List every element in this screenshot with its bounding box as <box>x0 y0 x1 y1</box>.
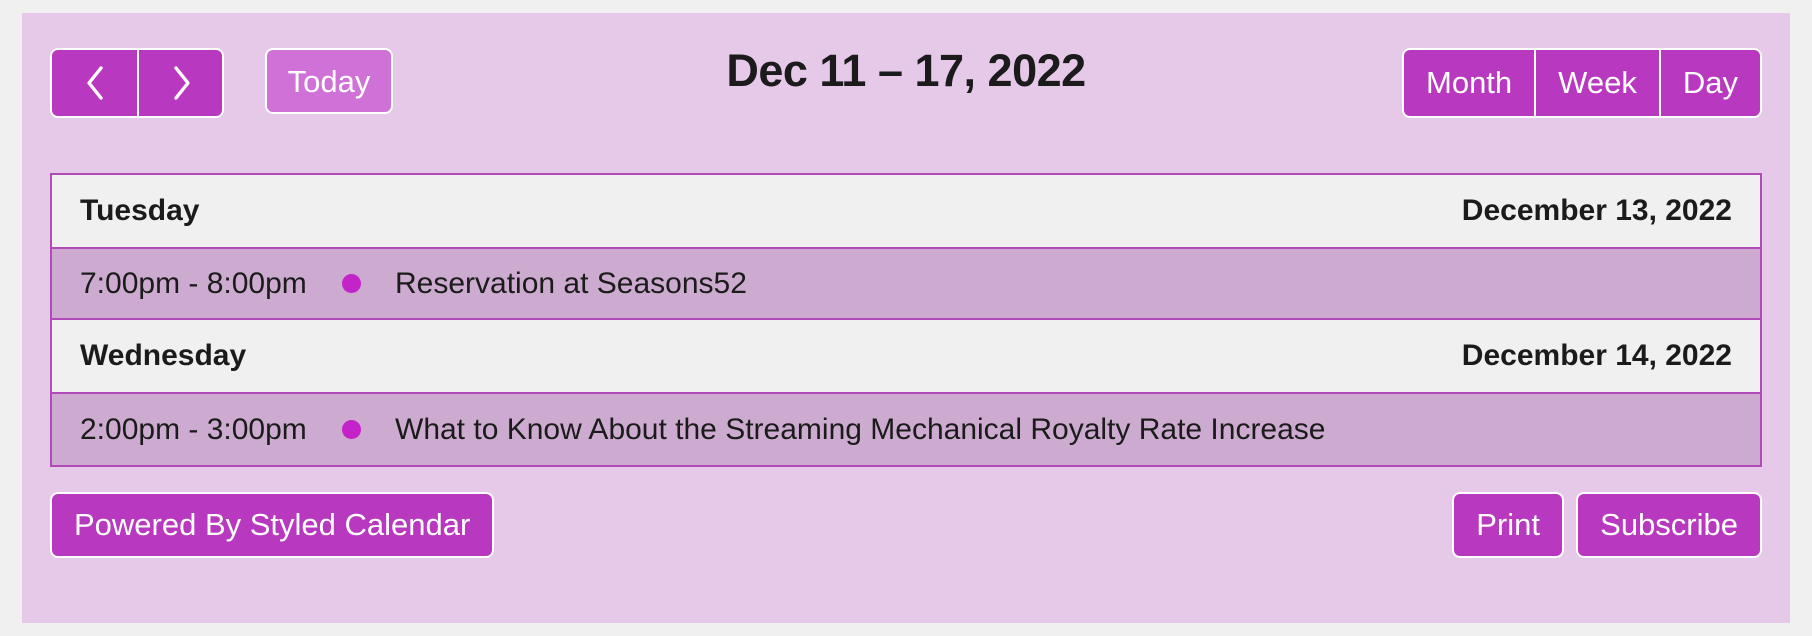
calendar-footer: Powered By Styled Calendar Print Subscri… <box>50 483 1762 573</box>
day-header: Wednesday December 14, 2022 <box>52 320 1760 392</box>
day-weekday-label: Tuesday <box>80 194 200 227</box>
subscribe-button[interactable]: Subscribe <box>1576 492 1762 558</box>
day-date-label: December 14, 2022 <box>1461 339 1732 372</box>
event-row[interactable]: 2:00pm - 3:00pm What to Know About the S… <box>52 392 1760 465</box>
event-time: 2:00pm - 3:00pm <box>80 412 307 446</box>
day-date-label: December 13, 2022 <box>1461 194 1732 227</box>
event-row[interactable]: 7:00pm - 8:00pm Reservation at Seasons52 <box>52 247 1760 320</box>
event-color-dot-icon <box>342 420 361 439</box>
view-button-week[interactable]: Week <box>1534 50 1659 116</box>
view-button-month[interactable]: Month <box>1404 50 1535 116</box>
view-switcher: Month Week Day <box>1402 48 1762 118</box>
agenda-list: Tuesday December 13, 2022 7:00pm - 8:00p… <box>50 173 1762 467</box>
calendar-toolbar: Today Dec 11 – 17, 2022 Month Week Day <box>22 13 1790 131</box>
calendar-widget: Today Dec 11 – 17, 2022 Month Week Day T… <box>22 13 1790 623</box>
event-time: 7:00pm - 8:00pm <box>80 266 307 300</box>
event-title: Reservation at Seasons52 <box>395 266 747 300</box>
print-button[interactable]: Print <box>1452 492 1564 558</box>
powered-by-button[interactable]: Powered By Styled Calendar <box>50 492 495 558</box>
event-color-dot-icon <box>342 274 361 293</box>
day-header: Tuesday December 13, 2022 <box>52 175 1760 247</box>
event-title: What to Know About the Streaming Mechani… <box>395 412 1326 446</box>
day-weekday-label: Wednesday <box>80 339 247 372</box>
view-button-day[interactable]: Day <box>1658 50 1760 116</box>
